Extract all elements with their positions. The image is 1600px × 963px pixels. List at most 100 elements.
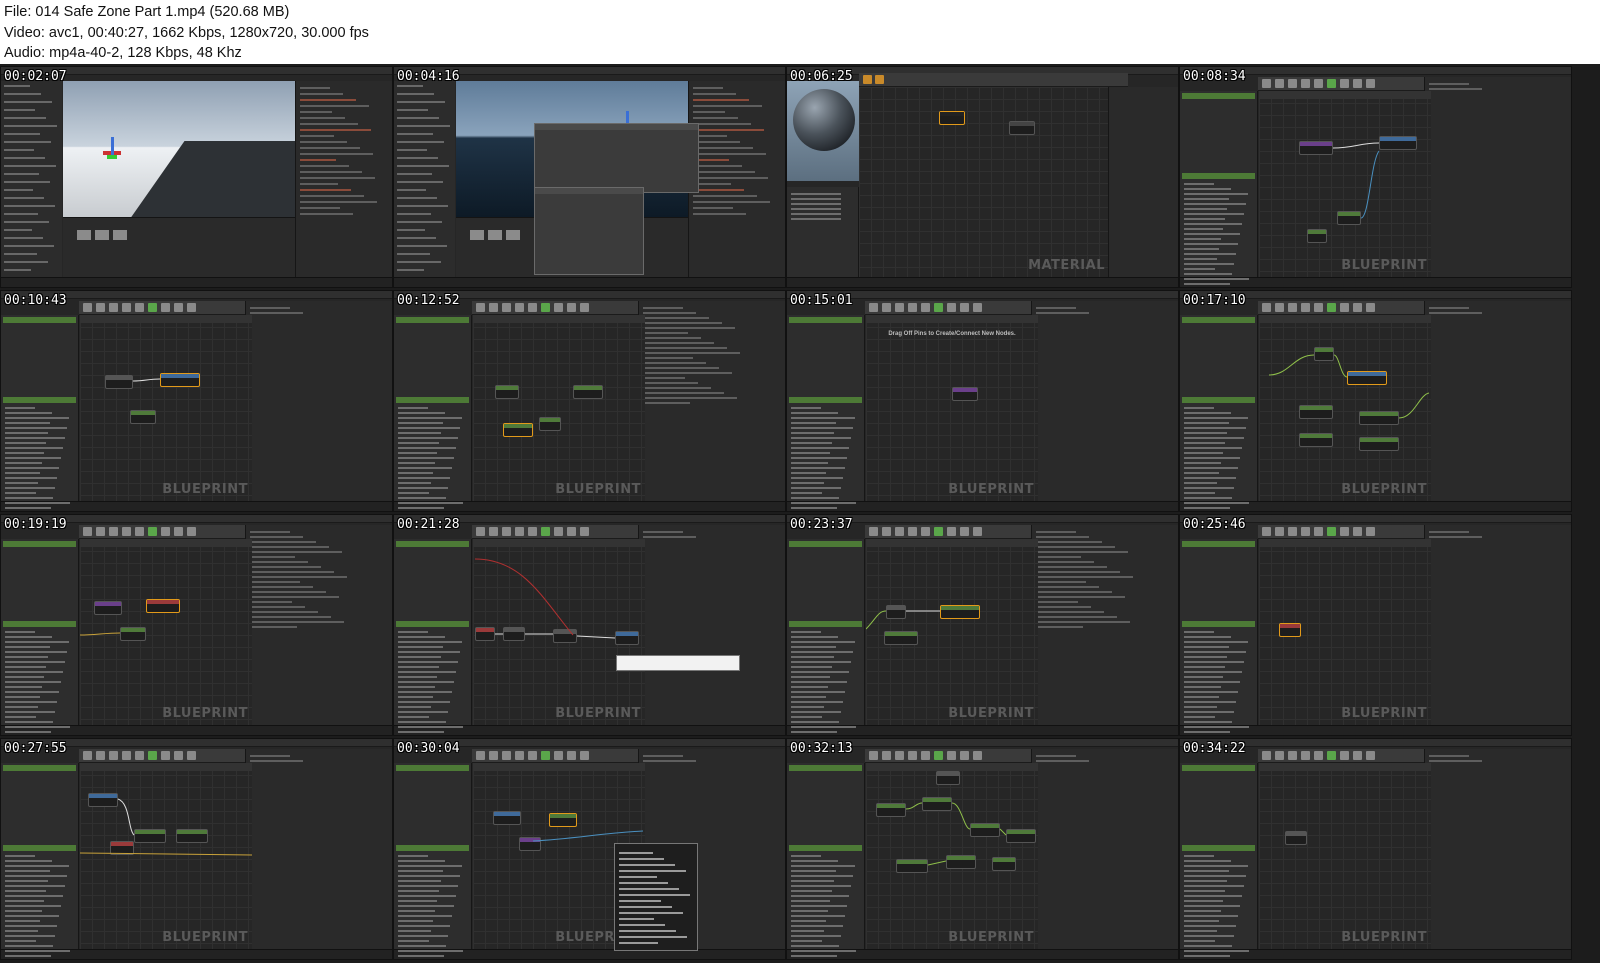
toolbar-button-icon[interactable] (1327, 527, 1336, 536)
toolbar-button-icon[interactable] (1366, 79, 1375, 88)
tree-item[interactable] (5, 945, 53, 947)
tree-item[interactable] (5, 935, 55, 937)
tree-item[interactable] (791, 701, 843, 703)
tree-item[interactable] (1184, 955, 1230, 957)
toolbar-button-icon[interactable] (554, 751, 563, 760)
thumbnail[interactable]: 00:21:28 BLUEPRINT (393, 514, 786, 736)
tree-item[interactable] (1184, 447, 1242, 449)
toolbar-button-icon[interactable] (934, 527, 943, 536)
tree-item[interactable] (1184, 641, 1248, 643)
tree-item[interactable] (791, 940, 822, 942)
tree-item[interactable] (398, 472, 433, 474)
tree-item[interactable] (791, 880, 834, 882)
tree-item[interactable] (5, 870, 50, 872)
tree-item[interactable] (398, 875, 460, 877)
tree-item[interactable] (1184, 706, 1217, 708)
tree-item[interactable] (398, 940, 429, 942)
tree-item[interactable] (1184, 875, 1246, 877)
tree-item[interactable] (398, 701, 450, 703)
toolbar-button-icon[interactable] (1327, 303, 1336, 312)
tree-item[interactable] (398, 671, 456, 673)
tree-item[interactable] (791, 950, 856, 952)
tree-item[interactable] (5, 407, 35, 409)
tree-item[interactable] (5, 910, 42, 912)
tree-item[interactable] (1184, 885, 1244, 887)
tree-item[interactable] (398, 935, 448, 937)
tree-item[interactable] (1184, 258, 1217, 260)
blueprint-node[interactable] (503, 423, 533, 437)
tree-item[interactable] (1184, 233, 1240, 235)
tree-item[interactable] (791, 467, 845, 469)
toolbar-button-icon[interactable] (489, 303, 498, 312)
tree-item[interactable] (1184, 636, 1231, 638)
thumbnail[interactable]: 00:27:55 BLUEPRINT (0, 738, 393, 960)
event-graph[interactable]: BLUEPRINT (80, 763, 252, 949)
material-toolbar[interactable] (859, 73, 1128, 87)
toolbar-button-icon[interactable] (148, 527, 157, 536)
tree-item[interactable] (1184, 855, 1214, 857)
tree-item[interactable] (1184, 223, 1242, 225)
tree-item[interactable] (1184, 188, 1231, 190)
tree-item[interactable] (5, 955, 51, 957)
toolbar-button-icon[interactable] (960, 303, 969, 312)
tree-item[interactable] (1184, 218, 1225, 220)
tree-item[interactable] (5, 880, 48, 882)
toolbar-button-icon[interactable] (1353, 751, 1362, 760)
toolbar-button-icon[interactable] (1275, 751, 1284, 760)
tree-item[interactable] (1184, 462, 1221, 464)
toolbar-button-icon[interactable] (882, 303, 891, 312)
tree-item[interactable] (1184, 701, 1236, 703)
toolbar-button-icon[interactable] (580, 527, 589, 536)
toolbar-button-icon[interactable] (187, 527, 196, 536)
tree-item[interactable] (1184, 651, 1246, 653)
toolbar-button-icon[interactable] (1340, 527, 1349, 536)
tree-item[interactable] (791, 915, 845, 917)
tree-item[interactable] (791, 472, 826, 474)
tree-item[interactable] (1184, 477, 1236, 479)
tree-item[interactable] (5, 497, 53, 499)
toolbar-button-icon[interactable] (515, 527, 524, 536)
tree-item[interactable] (398, 915, 452, 917)
tree-item[interactable] (5, 950, 70, 952)
thumbnail[interactable]: 00:17:10 BLUEPRINT (1179, 290, 1572, 512)
blueprint-node[interactable] (1285, 831, 1307, 845)
tree-item[interactable] (398, 412, 445, 414)
tree-item[interactable] (1184, 208, 1227, 210)
tree-item[interactable] (791, 721, 839, 723)
toolbar-button-icon[interactable] (528, 303, 537, 312)
toolbar-button-icon[interactable] (960, 751, 969, 760)
tree-item[interactable] (398, 860, 445, 862)
blueprint-node[interactable] (495, 385, 519, 399)
tree-item[interactable] (1184, 238, 1221, 240)
tree-item[interactable] (1184, 631, 1214, 633)
tree-item[interactable] (791, 502, 856, 504)
toolbar-button-icon[interactable] (96, 303, 105, 312)
level-viewport[interactable] (63, 81, 355, 231)
tree-item[interactable] (1184, 248, 1219, 250)
tree-item[interactable] (1184, 492, 1215, 494)
tree-item[interactable] (398, 646, 443, 648)
thumbnail[interactable]: 00:32:13 BLUEPRINT (786, 738, 1179, 960)
tree-item[interactable] (1184, 472, 1219, 474)
tree-item[interactable] (1184, 676, 1223, 678)
tree-item[interactable] (398, 457, 454, 459)
toolbar-button-icon[interactable] (1288, 751, 1297, 760)
tree-item[interactable] (1184, 661, 1244, 663)
toolbar-button-icon[interactable] (528, 751, 537, 760)
toolbar-button-icon[interactable] (1353, 303, 1362, 312)
tree-item[interactable] (398, 890, 439, 892)
tree-item[interactable] (5, 452, 44, 454)
tree-item[interactable] (398, 721, 446, 723)
tree-item[interactable] (5, 507, 51, 509)
event-graph[interactable]: BLUEPRINT Drag Off Pins to Create/Connect… (866, 315, 1038, 501)
tree-item[interactable] (1184, 482, 1217, 484)
context-action-menu[interactable] (614, 843, 698, 951)
tree-item[interactable] (5, 855, 35, 857)
tree-item[interactable] (5, 467, 59, 469)
tree-item[interactable] (5, 701, 57, 703)
tree-item[interactable] (1184, 940, 1215, 942)
tree-item[interactable] (398, 447, 456, 449)
tree-item[interactable] (1184, 213, 1244, 215)
toolbar-button-icon[interactable] (1314, 303, 1323, 312)
tree-item[interactable] (791, 905, 847, 907)
